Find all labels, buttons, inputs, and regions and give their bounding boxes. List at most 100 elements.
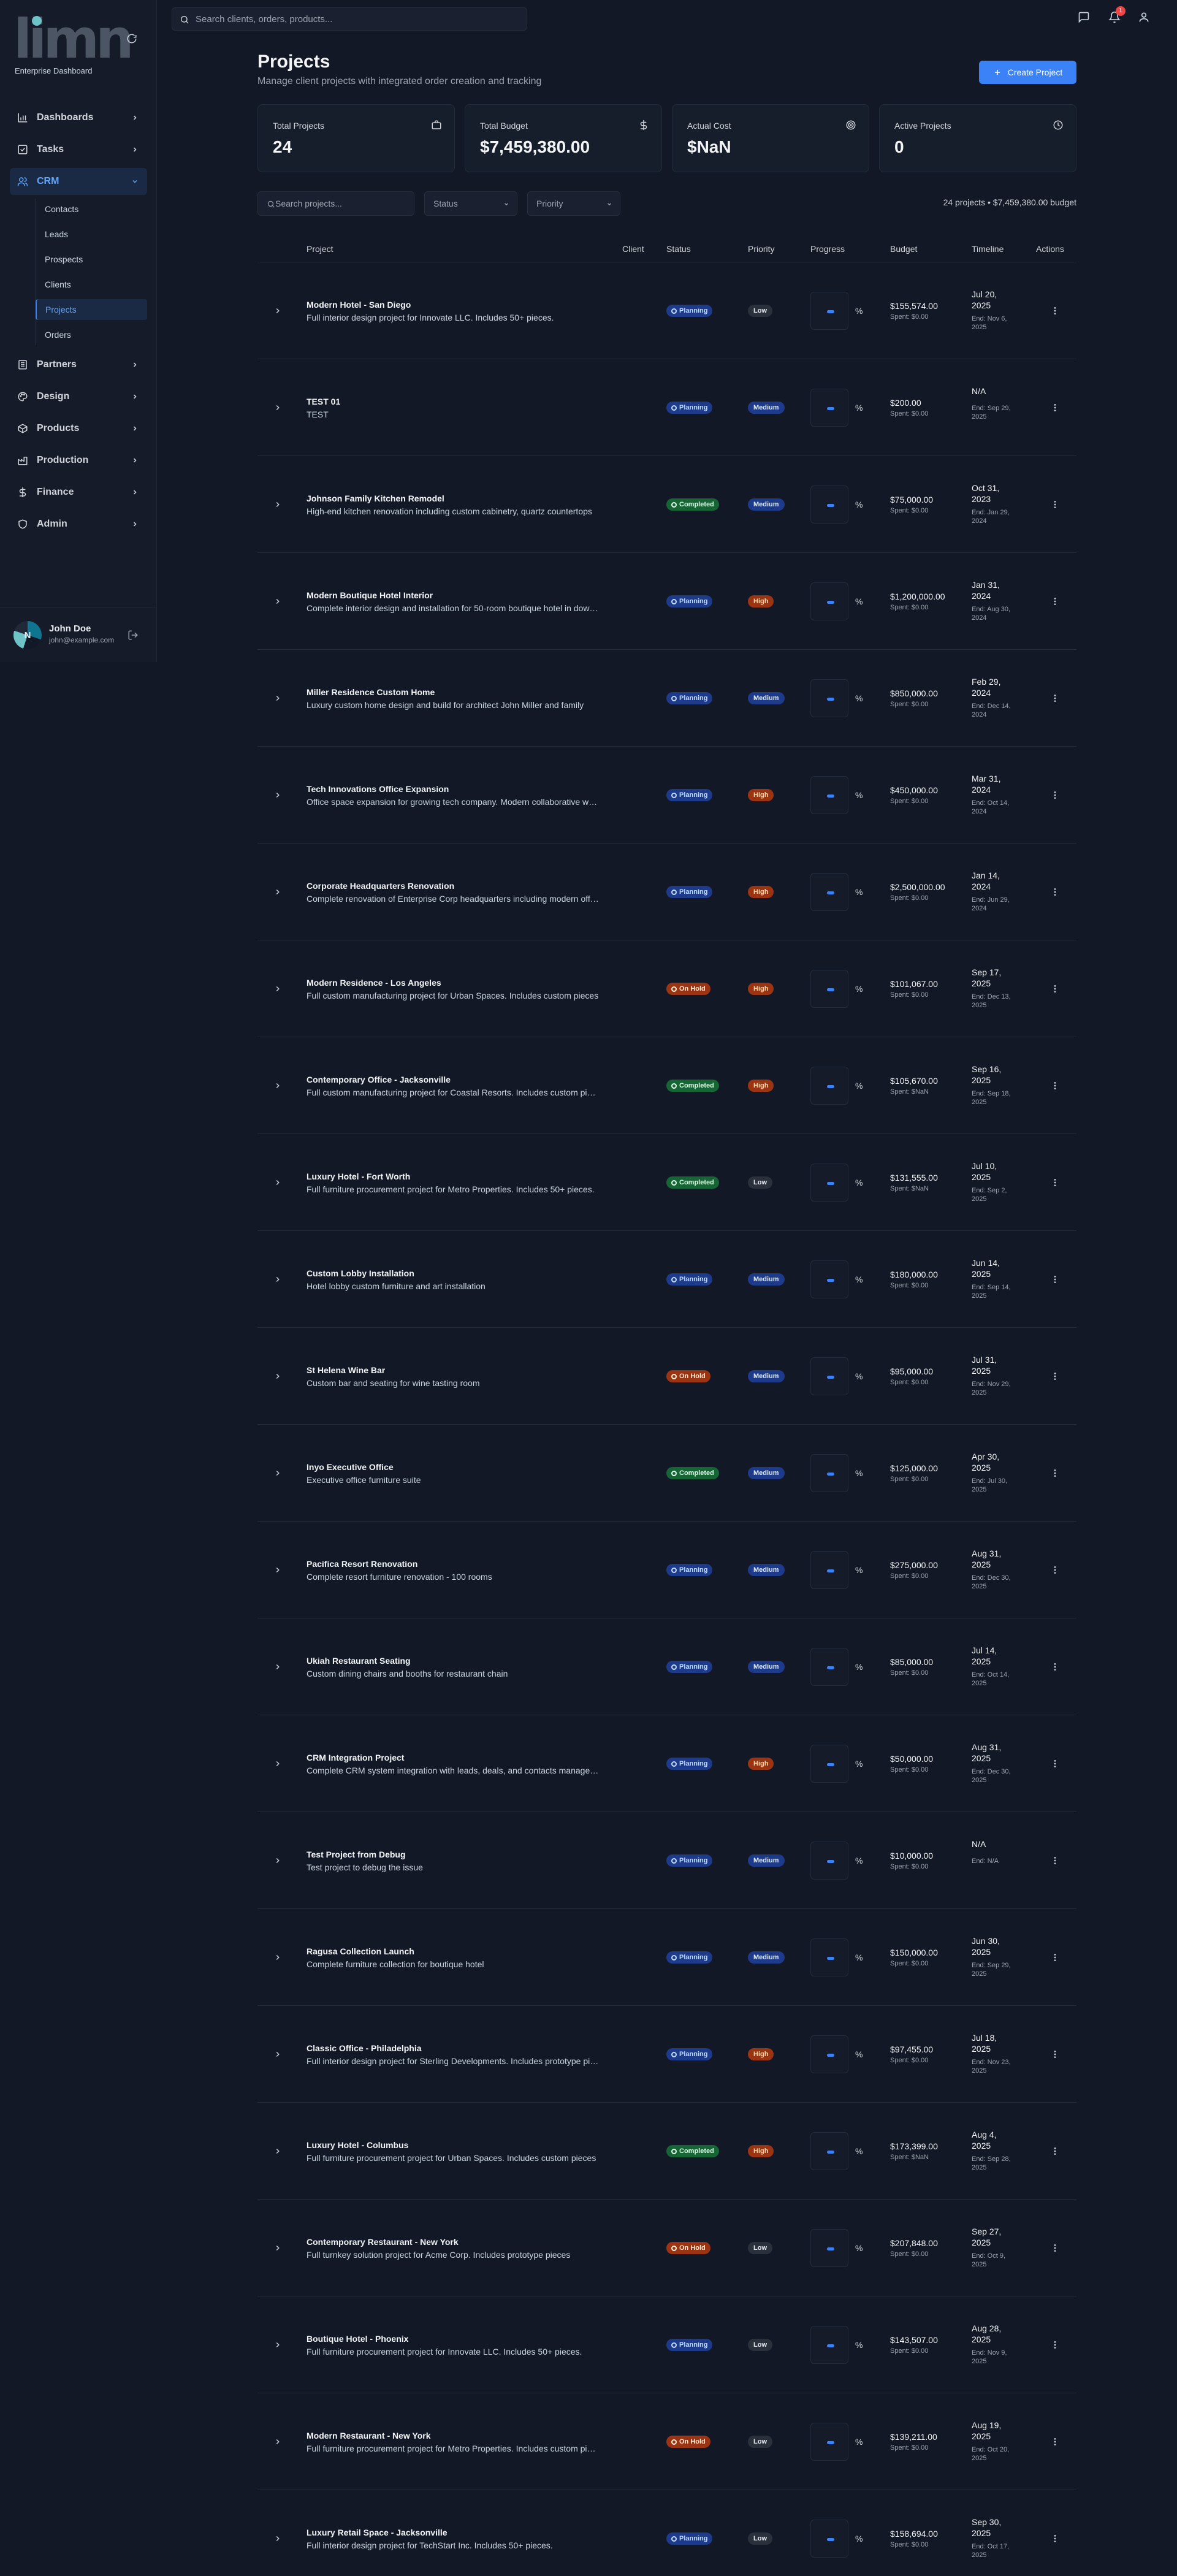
chevron-right-icon[interactable] xyxy=(273,694,282,703)
chevron-right-icon[interactable] xyxy=(273,2534,282,2543)
chevron-right-icon[interactable] xyxy=(273,2437,282,2446)
table-row[interactable]: Pacifica Resort Renovation Complete resor… xyxy=(257,1522,1076,1618)
more-actions-icon[interactable] xyxy=(1050,2049,1060,2059)
sidebar-subitem-contacts[interactable]: Contacts xyxy=(36,199,147,219)
chevron-right-icon[interactable] xyxy=(273,985,282,993)
table-row[interactable]: Boutique Hotel - Phoenix Full furniture p… xyxy=(257,2296,1076,2393)
more-actions-icon[interactable] xyxy=(1050,403,1060,413)
project-name[interactable]: Boutique Hotel - Phoenix xyxy=(307,2334,408,2344)
sidebar-item-design[interactable]: Design xyxy=(10,383,147,410)
progress-input[interactable] xyxy=(810,970,848,1008)
more-actions-icon[interactable] xyxy=(1050,1371,1060,1381)
project-name[interactable]: Modern Hotel - San Diego xyxy=(307,300,411,310)
create-project-button[interactable]: Create Project xyxy=(979,61,1076,84)
project-name[interactable]: Tech Innovations Office Expansion xyxy=(307,784,449,794)
more-actions-icon[interactable] xyxy=(1050,1081,1060,1091)
more-actions-icon[interactable] xyxy=(1050,887,1060,897)
table-row[interactable]: Ragusa Collection Launch Complete furnitu… xyxy=(257,1909,1076,2006)
project-name[interactable]: Ragusa Collection Launch xyxy=(307,1946,414,1956)
progress-input[interactable] xyxy=(810,1164,848,1202)
progress-input[interactable] xyxy=(810,389,848,427)
table-row[interactable]: Modern Hotel - San Diego Full interior de… xyxy=(257,262,1076,359)
chevron-right-icon[interactable] xyxy=(273,2147,282,2155)
sidebar-subitem-leads[interactable]: Leads xyxy=(36,224,147,245)
chevron-right-icon[interactable] xyxy=(273,1663,282,1671)
sidebar-subitem-projects[interactable]: Projects xyxy=(36,299,147,320)
project-name[interactable]: Luxury Retail Space - Jacksonville xyxy=(307,2528,448,2537)
more-actions-icon[interactable] xyxy=(1050,2146,1060,2156)
table-row[interactable]: Modern Boutique Hotel Interior Complete i… xyxy=(257,553,1076,650)
project-name[interactable]: Johnson Family Kitchen Remodel xyxy=(307,493,444,503)
table-row[interactable]: Contemporary Office - Jacksonville Full c… xyxy=(257,1037,1076,1134)
progress-input[interactable] xyxy=(810,776,848,814)
progress-input[interactable] xyxy=(810,292,848,330)
column-header-progress[interactable]: Progress xyxy=(810,244,845,254)
brand-logo[interactable]: limn xyxy=(13,12,134,66)
chevron-right-icon[interactable] xyxy=(273,1953,282,1962)
project-name[interactable]: Inyo Executive Office xyxy=(307,1462,394,1472)
progress-input[interactable] xyxy=(810,873,848,911)
table-row[interactable]: Johnson Family Kitchen Remodel High-end k… xyxy=(257,456,1076,553)
column-header-budget[interactable]: Budget xyxy=(890,244,917,254)
chevron-right-icon[interactable] xyxy=(273,1759,282,1768)
logout-icon[interactable] xyxy=(128,630,139,641)
project-name[interactable]: Modern Residence - Los Angeles xyxy=(307,978,441,988)
table-row[interactable]: Tech Innovations Office Expansion Office … xyxy=(257,747,1076,844)
progress-input[interactable] xyxy=(810,2035,848,2073)
table-row[interactable]: Classic Office - Philadelphia Full interi… xyxy=(257,2006,1076,2103)
global-search[interactable] xyxy=(172,7,527,31)
chevron-right-icon[interactable] xyxy=(273,791,282,799)
progress-input[interactable] xyxy=(810,582,848,620)
progress-input[interactable] xyxy=(810,1938,848,1976)
chevron-right-icon[interactable] xyxy=(273,888,282,896)
more-actions-icon[interactable] xyxy=(1050,2534,1060,2544)
table-row[interactable]: Modern Residence - Los Angeles Full custo… xyxy=(257,940,1076,1037)
progress-input[interactable] xyxy=(810,1067,848,1105)
sidebar-subitem-prospects[interactable]: Prospects xyxy=(36,249,147,270)
progress-input[interactable] xyxy=(810,1454,848,1492)
table-row[interactable]: St Helena Wine Bar Custom bar and seating… xyxy=(257,1328,1076,1425)
project-name[interactable]: Miller Residence Custom Home xyxy=(307,687,435,697)
more-actions-icon[interactable] xyxy=(1050,1759,1060,1769)
progress-input[interactable] xyxy=(810,1745,848,1783)
more-actions-icon[interactable] xyxy=(1050,1662,1060,1672)
column-header-priority[interactable]: Priority xyxy=(748,244,775,254)
progress-input[interactable] xyxy=(810,1357,848,1395)
chevron-right-icon[interactable] xyxy=(273,403,282,412)
more-actions-icon[interactable] xyxy=(1050,2437,1060,2447)
chevron-right-icon[interactable] xyxy=(273,307,282,315)
progress-input[interactable] xyxy=(810,1551,848,1589)
progress-input[interactable] xyxy=(810,1648,848,1686)
project-name[interactable]: Pacifica Resort Renovation xyxy=(307,1559,417,1569)
column-header-client[interactable]: Client xyxy=(622,244,644,254)
chevron-right-icon[interactable] xyxy=(273,1081,282,1090)
project-name[interactable]: Modern Boutique Hotel Interior xyxy=(307,590,433,600)
project-name[interactable]: Corporate Headquarters Renovation xyxy=(307,881,454,891)
sidebar-item-crm[interactable]: CRM xyxy=(10,168,147,195)
sidebar-toggle-icon[interactable] xyxy=(126,33,137,44)
table-row[interactable]: TEST 01 TEST Planning Medium% $200.00 Spent: … xyxy=(257,359,1076,456)
sidebar-item-products[interactable]: Products xyxy=(10,415,147,442)
priority-filter-select[interactable]: Priority xyxy=(527,191,620,216)
project-name[interactable]: Luxury Hotel - Fort Worth xyxy=(307,1172,410,1181)
more-actions-icon[interactable] xyxy=(1050,306,1060,316)
chevron-right-icon[interactable] xyxy=(273,597,282,606)
chevron-right-icon[interactable] xyxy=(273,1856,282,1865)
progress-input[interactable] xyxy=(810,2423,848,2461)
project-search[interactable] xyxy=(257,191,414,216)
table-row[interactable]: Test Project from Debug Test project to d… xyxy=(257,1812,1076,1909)
more-actions-icon[interactable] xyxy=(1050,1856,1060,1865)
chevron-right-icon[interactable] xyxy=(273,1372,282,1381)
chevron-right-icon[interactable] xyxy=(273,1178,282,1187)
table-row[interactable]: Miller Residence Custom Home Luxury custo… xyxy=(257,650,1076,747)
sidebar-item-tasks[interactable]: Tasks xyxy=(10,136,147,163)
chevron-right-icon[interactable] xyxy=(273,1469,282,1477)
project-search-input[interactable] xyxy=(275,192,410,215)
more-actions-icon[interactable] xyxy=(1050,1178,1060,1187)
project-name[interactable]: Modern Restaurant - New York xyxy=(307,2431,431,2441)
more-actions-icon[interactable] xyxy=(1050,2340,1060,2350)
project-name[interactable]: Contemporary Restaurant - New York xyxy=(307,2237,459,2247)
project-name[interactable]: Ukiah Restaurant Seating xyxy=(307,1656,411,1666)
more-actions-icon[interactable] xyxy=(1050,790,1060,800)
sidebar-subitem-orders[interactable]: Orders xyxy=(36,324,147,345)
